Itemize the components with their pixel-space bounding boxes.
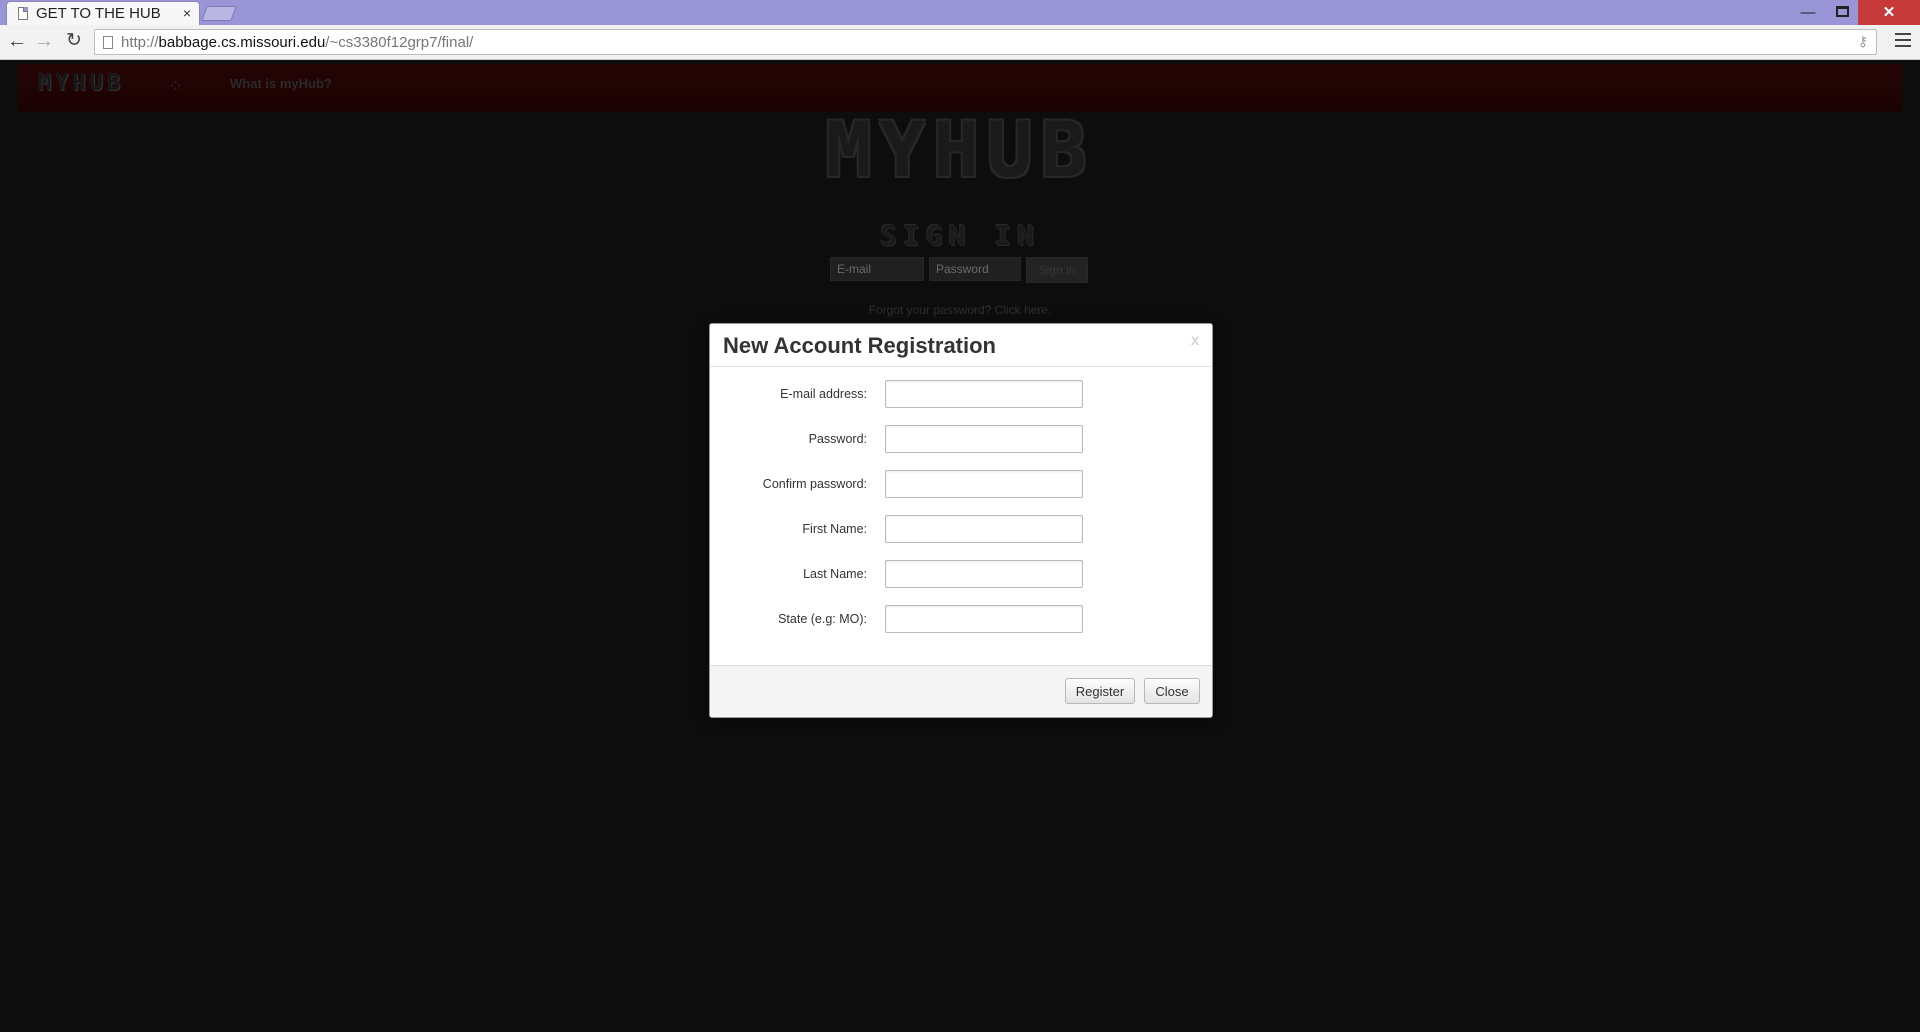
first-name-field[interactable] bbox=[885, 515, 1083, 543]
modal-header: New Account Registration x bbox=[710, 324, 1212, 367]
browser-titlebar: GET TO THE HUB × — ✕ bbox=[0, 0, 1920, 25]
state-row: State (e.g: MO): bbox=[710, 605, 1214, 635]
confirm-password-field[interactable] bbox=[885, 470, 1083, 498]
confirm-password-row: Confirm password: bbox=[710, 470, 1214, 500]
password-row: Password: bbox=[710, 425, 1214, 455]
state-field[interactable] bbox=[885, 605, 1083, 633]
tab-title: GET TO THE HUB bbox=[36, 5, 161, 22]
last-name-field[interactable] bbox=[885, 560, 1083, 588]
modal-footer: Register Close bbox=[710, 665, 1212, 717]
tab-close-icon[interactable]: × bbox=[183, 5, 191, 21]
password-label: Password: bbox=[808, 432, 867, 446]
modal-title: New Account Registration bbox=[723, 333, 996, 358]
email-field[interactable] bbox=[885, 380, 1083, 408]
url-text[interactable]: http://babbage.cs.missouri.edu/~cs3380f1… bbox=[121, 34, 473, 51]
modal-close-icon[interactable]: x bbox=[1191, 332, 1199, 350]
browser-tab[interactable]: GET TO THE HUB × bbox=[6, 1, 200, 25]
email-label: E-mail address: bbox=[780, 387, 867, 401]
last-name-row: Last Name: bbox=[710, 560, 1214, 590]
close-button[interactable]: Close bbox=[1144, 678, 1200, 704]
registration-modal: New Account Registration x E-mail addres… bbox=[709, 323, 1213, 718]
browser-toolbar: ← → ↻ http://babbage.cs.missouri.edu/~cs… bbox=[0, 25, 1920, 60]
maximize-icon bbox=[1835, 6, 1849, 17]
window-close-button[interactable]: ✕ bbox=[1858, 0, 1920, 25]
back-arrow-icon[interactable]: ← bbox=[5, 29, 29, 53]
key-icon[interactable]: ⚷ bbox=[1858, 33, 1868, 50]
menu-icon[interactable] bbox=[1895, 33, 1911, 47]
last-name-label: Last Name: bbox=[803, 567, 867, 581]
confirm-password-label: Confirm password: bbox=[762, 477, 867, 491]
page-icon bbox=[18, 7, 28, 20]
register-button[interactable]: Register bbox=[1065, 678, 1135, 704]
new-tab-button[interactable] bbox=[201, 6, 237, 21]
first-name-row: First Name: bbox=[710, 515, 1214, 545]
first-name-label: First Name: bbox=[802, 522, 867, 536]
reload-icon[interactable]: ↻ bbox=[62, 29, 86, 53]
page-icon bbox=[103, 36, 113, 49]
window-maximize-button[interactable] bbox=[1822, 0, 1862, 25]
email-row: E-mail address: bbox=[710, 380, 1214, 410]
address-bar[interactable]: http://babbage.cs.missouri.edu/~cs3380f1… bbox=[94, 29, 1877, 55]
forward-arrow-icon[interactable]: → bbox=[32, 29, 56, 53]
state-label: State (e.g: MO): bbox=[778, 612, 867, 626]
password-field[interactable] bbox=[885, 425, 1083, 453]
